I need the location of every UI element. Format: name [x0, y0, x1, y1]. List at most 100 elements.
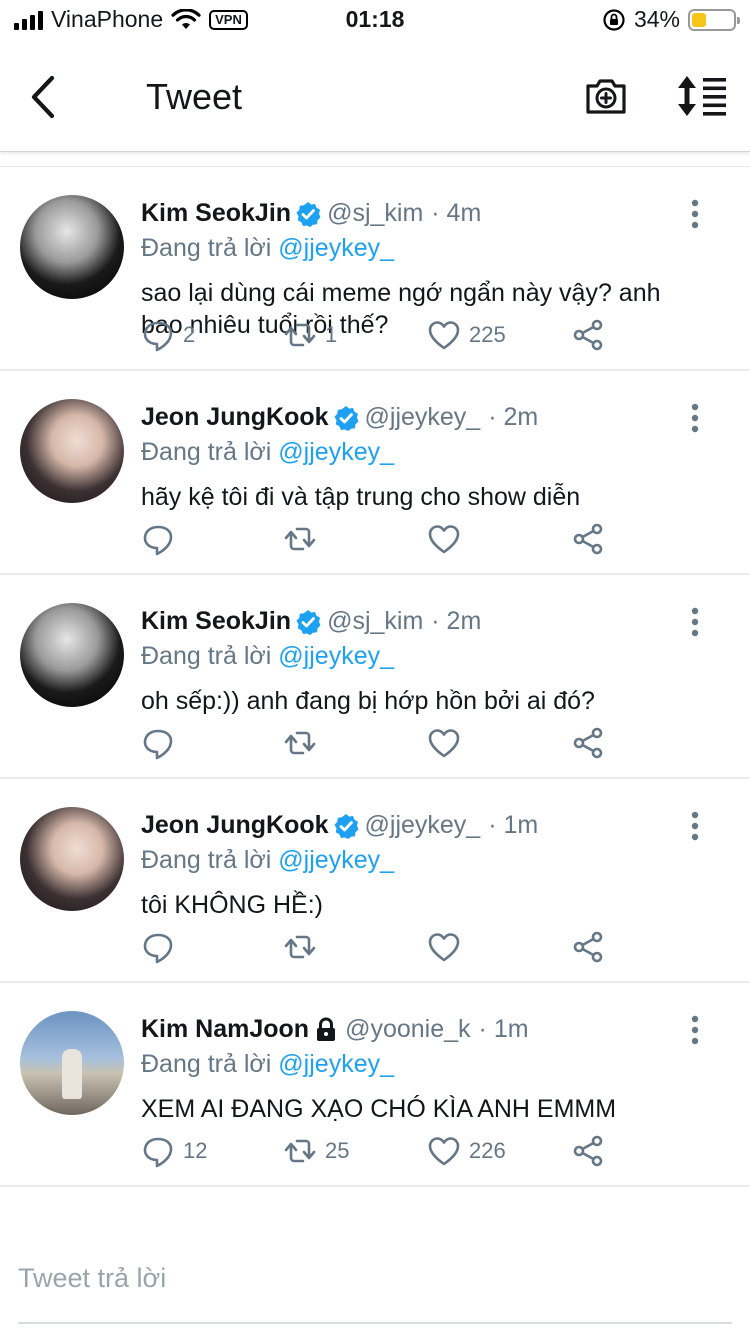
replying-to-label: Đang trả lời: [141, 1050, 272, 1078]
nav-bar: Tweet: [0, 44, 750, 152]
avatar[interactable]: [20, 807, 124, 911]
like-button[interactable]: [427, 519, 469, 559]
more-options-icon[interactable]: [684, 199, 706, 229]
retweet-button[interactable]: [283, 927, 325, 967]
reply-composer: [0, 1232, 750, 1334]
author-handle[interactable]: @sj_kim: [327, 607, 423, 636]
tweet-header: Jeon JungKook @jjeykey_ · 2m: [141, 403, 538, 432]
tweet-item[interactable]: Kim NamJoon @yoonie_k · 1m Đang trả lời @jj…: [0, 983, 750, 1187]
verified-badge-icon: [296, 201, 321, 227]
retweet-button[interactable]: 1: [283, 315, 337, 355]
replying-to: Đang trả lời @jjeykey_: [141, 234, 394, 263]
share-button[interactable]: [571, 927, 605, 967]
share-icon: [573, 319, 603, 351]
replying-to: Đang trả lời @jjeykey_: [141, 438, 394, 467]
retweet-button[interactable]: [283, 723, 325, 763]
share-icon: [573, 1135, 603, 1167]
reply-button[interactable]: 2: [141, 315, 195, 355]
avatar[interactable]: [20, 195, 124, 299]
tweet-text: oh sếp:)) anh đang bị hớp hồn bởi ai đó?: [141, 687, 595, 715]
reply-button[interactable]: [141, 519, 183, 559]
more-options-icon[interactable]: [684, 811, 706, 841]
like-count: 226: [469, 1138, 506, 1163]
tweet-item[interactable]: Kim SeokJin @sj_kim · 2m Đang trả lời @jjey…: [0, 575, 750, 779]
share-button[interactable]: [571, 519, 605, 559]
like-count: 225: [469, 322, 506, 347]
retweet-button[interactable]: [283, 519, 325, 559]
tweet-actions: [141, 723, 621, 763]
verified-badge-icon: [334, 405, 359, 431]
like-button[interactable]: 226: [427, 1131, 506, 1171]
replying-to: Đang trả lời @jjeykey_: [141, 846, 394, 875]
replying-to-label: Đang trả lời: [141, 846, 272, 874]
page-title: Tweet: [146, 76, 243, 117]
more-options-icon[interactable]: [684, 607, 706, 637]
reply-icon: [143, 933, 173, 964]
reply-count: 2: [183, 322, 196, 347]
tweet-list: Kim SeokJin @sj_kim · 4m Đang trả lời @jjey…: [0, 166, 750, 1187]
share-button[interactable]: [571, 315, 605, 355]
sort-list-icon[interactable]: [676, 74, 728, 118]
author-name[interactable]: Kim NamJoon: [141, 1015, 309, 1044]
heart-icon: [428, 933, 460, 962]
retweet-icon: [284, 731, 316, 755]
reply-mention-link[interactable]: @jjeykey_: [278, 1050, 394, 1078]
avatar[interactable]: [20, 399, 124, 503]
retweet-button[interactable]: 25: [283, 1131, 349, 1171]
replying-to-label: Đang trả lời: [141, 438, 272, 466]
heart-icon: [428, 321, 460, 350]
reply-icon: [143, 525, 173, 556]
reply-mention-link[interactable]: @jjeykey_: [278, 234, 394, 262]
reply-input[interactable]: [18, 1250, 732, 1306]
tweet-item[interactable]: Jeon JungKook @jjeykey_ · 2m Đang trả lời @…: [0, 371, 750, 575]
back-chevron-icon[interactable]: [22, 72, 66, 122]
reply-icon: [143, 729, 173, 760]
verified-badge-icon: [296, 609, 321, 635]
author-name[interactable]: Jeon JungKook: [141, 403, 329, 432]
camera-plus-icon[interactable]: [584, 74, 628, 118]
more-options-icon[interactable]: [684, 403, 706, 433]
reply-button[interactable]: [141, 927, 183, 967]
author-handle[interactable]: @jjeykey_: [365, 811, 481, 840]
share-button[interactable]: [571, 723, 605, 763]
reply-count: 12: [183, 1138, 208, 1163]
retweet-icon: [284, 323, 316, 347]
status-bar: VinaPhone VPN 01:18 34%: [0, 0, 750, 40]
like-button[interactable]: [427, 927, 469, 967]
tweet-item[interactable]: Jeon JungKook @jjeykey_ · 1m Đang trả lời @…: [0, 779, 750, 983]
retweet-count: 1: [325, 322, 338, 347]
heart-icon: [428, 1137, 460, 1166]
author-name[interactable]: Kim SeokJin: [141, 199, 291, 228]
reply-button[interactable]: [141, 723, 183, 763]
share-icon: [573, 523, 603, 555]
replying-to: Đang trả lời @jjeykey_: [141, 1050, 394, 1079]
replying-to-label: Đang trả lời: [141, 234, 272, 262]
more-options-icon[interactable]: [684, 1015, 706, 1045]
author-name[interactable]: Kim SeokJin: [141, 607, 291, 636]
like-button[interactable]: [427, 723, 469, 763]
battery-percent: 34%: [633, 6, 680, 32]
author-handle[interactable]: @jjeykey_: [365, 403, 481, 432]
retweet-count: 25: [325, 1138, 350, 1163]
like-button[interactable]: 225: [427, 315, 506, 355]
reply-mention-link[interactable]: @jjeykey_: [278, 846, 394, 874]
heart-icon: [428, 729, 460, 758]
author-handle[interactable]: @sj_kim: [327, 199, 423, 228]
share-icon: [573, 931, 603, 963]
author-handle[interactable]: @yoonie_k: [345, 1015, 470, 1044]
reply-mention-link[interactable]: @jjeykey_: [278, 438, 394, 466]
tweet-time: · 2m: [488, 403, 539, 431]
tweet-actions: 2 1 225: [141, 315, 621, 355]
author-name[interactable]: Jeon JungKook: [141, 811, 329, 840]
reply-mention-link[interactable]: @jjeykey_: [278, 642, 394, 670]
lock-icon: [317, 1017, 336, 1041]
avatar[interactable]: [20, 1011, 124, 1115]
reply-button[interactable]: 12: [141, 1131, 207, 1171]
avatar[interactable]: [20, 603, 124, 707]
share-button[interactable]: [571, 1131, 605, 1171]
tweet-item[interactable]: Kim SeokJin @sj_kim · 4m Đang trả lời @jjey…: [0, 167, 750, 371]
tweet-time: · 2m: [431, 607, 482, 635]
tweet-header: Jeon JungKook @jjeykey_ · 1m: [141, 811, 538, 840]
tweet-header: Kim SeokJin @sj_kim · 4m: [141, 199, 481, 228]
tweet-text: tôi KHÔNG HỀ:): [141, 891, 323, 919]
